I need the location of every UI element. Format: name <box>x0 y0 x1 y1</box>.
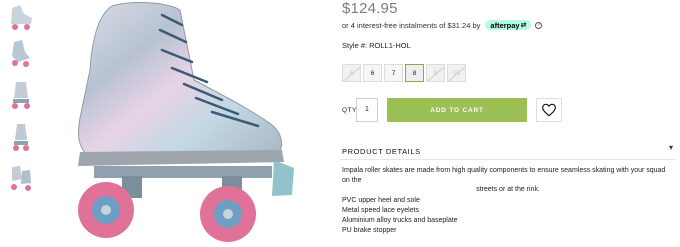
thumbnail-back-view[interactable] <box>6 122 36 152</box>
qty-label: QTY <box>342 107 357 114</box>
product-info-panel: $124.95 or 4 interest-free instalments o… <box>340 0 680 247</box>
heart-icon <box>542 103 556 117</box>
feature-item: PU brake stopper <box>342 227 397 234</box>
description-line-2: streets or at the rink. <box>476 186 540 193</box>
instalments-text: or 4 interest-free instalments of $31.24… <box>342 20 481 30</box>
chevron-down-icon[interactable]: ▾ <box>669 143 673 152</box>
feature-list: PVC upper heel and sole Metal speed lace… <box>342 196 458 236</box>
afterpay-badge[interactable]: afterpay ⇄ <box>485 20 532 30</box>
thumbnail-angled-view[interactable] <box>6 38 36 68</box>
thumbnail-side-view[interactable] <box>6 2 36 32</box>
wishlist-button[interactable] <box>536 98 562 122</box>
divider <box>340 159 676 160</box>
product-price: $124.95 <box>342 0 398 17</box>
thumbnail-pair-view[interactable] <box>6 163 36 193</box>
product-description: Impala roller skates are made from high … <box>342 166 674 195</box>
size-selector: 5 6 7 8 9 10 <box>342 64 468 82</box>
add-to-cart-button[interactable]: ADD TO CART <box>387 98 527 122</box>
product-details-heading[interactable]: PRODUCT DETAILS <box>342 147 421 156</box>
product-main-image <box>62 0 312 247</box>
size-option-5[interactable]: 5 <box>342 64 361 82</box>
feature-item: Metal speed lace eyelets <box>342 207 420 214</box>
size-option-6[interactable]: 6 <box>363 64 382 82</box>
afterpay-label: afterpay <box>490 20 520 30</box>
size-option-10[interactable]: 10 <box>447 64 466 82</box>
afterpay-arrow-icon: ⇄ <box>520 22 527 29</box>
info-icon[interactable]: i <box>535 21 543 29</box>
afterpay-instalments: or 4 interest-free instalments of $31.24… <box>342 20 543 30</box>
quantity-input[interactable]: 1 <box>356 98 378 122</box>
size-option-9[interactable]: 9 <box>426 64 445 82</box>
thumbnail-front-view[interactable] <box>6 80 36 110</box>
size-option-7[interactable]: 7 <box>384 64 403 82</box>
feature-item: PVC upper heel and sole <box>342 197 420 204</box>
style-number: Style #: ROLL1-HOL <box>342 41 411 50</box>
size-option-8[interactable]: 8 <box>405 64 424 82</box>
feature-item: Aluminium alloy trucks and baseplate <box>342 217 458 224</box>
description-line-1: Impala roller skates are made from high … <box>342 167 666 184</box>
